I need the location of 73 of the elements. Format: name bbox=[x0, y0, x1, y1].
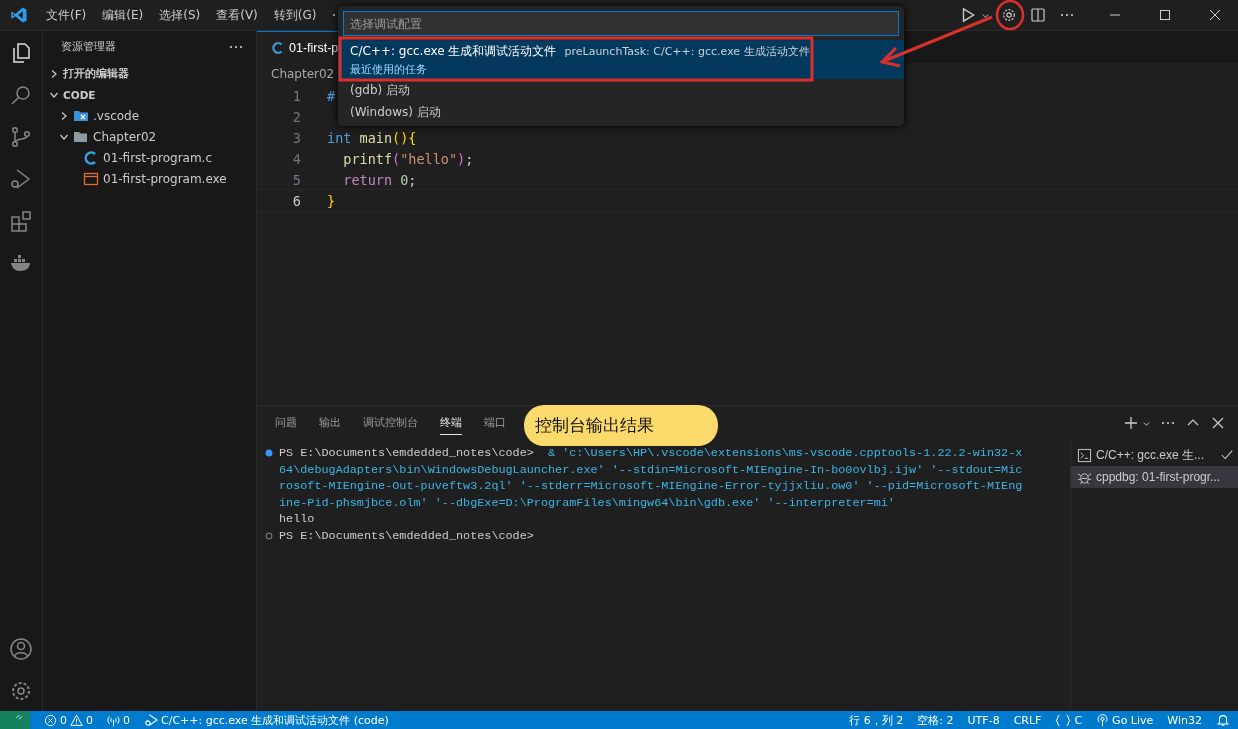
breadcrumb-item[interactable]: Chapter02 bbox=[271, 67, 335, 81]
quick-pick-item[interactable]: (Windows) 启动 bbox=[338, 101, 904, 123]
bell-icon[interactable] bbox=[1216, 713, 1230, 727]
code-line: printf("hello"); bbox=[342, 150, 474, 167]
line-number: 2 bbox=[291, 108, 302, 125]
quick-pick-item[interactable]: (gdb) 启动 bbox=[338, 79, 904, 101]
source-control-icon[interactable] bbox=[9, 125, 33, 149]
tree-item[interactable]: 01-first-program.exe bbox=[43, 168, 256, 189]
error-icon bbox=[44, 713, 57, 727]
indentation-status[interactable]: 空格: 2 bbox=[917, 712, 954, 728]
problems-status[interactable]: 0 0 bbox=[44, 713, 93, 727]
code-line: } bbox=[327, 192, 336, 209]
terminal-list-item[interactable]: cppdbg: 01-first-progr... bbox=[1071, 466, 1238, 488]
cursor-position[interactable]: 行 6，列 2 bbox=[849, 712, 904, 728]
debug-status[interactable]: C/C++: gcc.exe 生成和调试活动文件 (code) bbox=[144, 712, 389, 728]
callout-note: 控制台输出结果 bbox=[524, 405, 718, 446]
account-icon[interactable] bbox=[9, 637, 33, 661]
split-layout-icon[interactable] bbox=[1029, 7, 1046, 23]
search-icon[interactable] bbox=[9, 83, 33, 107]
settings-icon[interactable] bbox=[1000, 7, 1017, 23]
menu-item[interactable]: 文件(F) bbox=[40, 4, 93, 26]
go-live-status[interactable]: Go Live bbox=[1096, 713, 1154, 727]
terminal-icon bbox=[1077, 447, 1092, 463]
section-header[interactable]: CODE bbox=[43, 84, 256, 105]
close-icon[interactable] bbox=[1209, 9, 1221, 21]
app-logo-icon bbox=[10, 6, 28, 24]
menu-item[interactable]: 转到(G) bbox=[267, 4, 323, 26]
broadcast-icon bbox=[1096, 713, 1110, 727]
settings-icon[interactable] bbox=[9, 679, 33, 703]
line-number: 4 bbox=[291, 150, 302, 167]
tree-item[interactable]: .vscode bbox=[43, 105, 256, 126]
platform-status[interactable]: Win32 bbox=[1167, 713, 1202, 727]
code-line: return 0; bbox=[342, 171, 417, 188]
line-number: 3 bbox=[291, 129, 302, 146]
line-number: 5 bbox=[291, 171, 302, 188]
warning-icon bbox=[70, 713, 83, 727]
panel-tab[interactable]: 终端 bbox=[440, 411, 462, 435]
ports-status[interactable]: 0 bbox=[107, 713, 130, 727]
tree-item[interactable]: Chapter02 bbox=[43, 126, 256, 147]
terminal-command: PS E:\Documents\emdedded_notes\code> & 'c:\Users\HP\.vscode\extensions\ms-vscode.cpptools-1.22.2-win32-x64\debugAdapters\bin\WindowsDebugLauncher.exe' '--stdin=Microsoft-MIEngine-In-bo0ovlbj.ijw' '--stdout=Microsoft-MIEngine-Out-puveftw3.2ql' '--stderr=Microsoft-MIEngine-Error-tyjjxliu.ow0' '--pid=Microsoft-MIEngine-Pid-phsmjbce.olm' '--dbgExe=D:\ProgramFiles\mingw64\bin\gdb.exe' '--interpreter=mi' bbox=[279, 445, 1024, 511]
menu-item[interactable]: 查看(V) bbox=[210, 4, 264, 26]
sidebar-title: 资源管理器 bbox=[61, 40, 116, 54]
code-line: int main(){ bbox=[327, 129, 417, 146]
plus-icon[interactable] bbox=[1123, 415, 1139, 431]
c-file-icon bbox=[271, 40, 285, 55]
terminal-output: hello bbox=[279, 511, 315, 528]
terminal-command: PS E:\Documents\emdedded_notes\code> bbox=[279, 527, 534, 544]
close-icon[interactable] bbox=[1210, 415, 1226, 431]
extensions-icon[interactable] bbox=[9, 209, 33, 233]
menu-item[interactable]: 选择(S) bbox=[153, 4, 207, 26]
code-line: # bbox=[327, 87, 336, 104]
maximize-icon[interactable] bbox=[1159, 9, 1171, 21]
panel-tab[interactable]: 问题 bbox=[275, 411, 297, 435]
section-header[interactable]: 打开的编辑器 bbox=[43, 63, 256, 84]
panel-tab[interactable]: 端口 bbox=[484, 411, 506, 435]
line-number: 1 bbox=[291, 87, 302, 104]
language-status[interactable]: C bbox=[1055, 713, 1083, 727]
run-debug-icon[interactable] bbox=[9, 167, 33, 191]
menu-item[interactable]: 编辑(E) bbox=[96, 4, 150, 26]
encoding-status[interactable]: UTF-8 bbox=[967, 713, 1000, 727]
terminal-list-item[interactable]: C/C++: gcc.exe 生... bbox=[1071, 444, 1238, 466]
antenna-icon bbox=[107, 713, 120, 727]
quick-pick-input[interactable]: 选择调试配置 bbox=[343, 11, 899, 36]
window-file-icon bbox=[83, 170, 99, 187]
panel-tab[interactable]: 输出 bbox=[319, 411, 341, 435]
debug-icon bbox=[144, 713, 158, 727]
line-number: 6 bbox=[291, 192, 302, 209]
tree-item[interactable]: 01-first-program.c bbox=[43, 147, 256, 168]
quick-pick-item[interactable]: C/C++: gcc.exe 生成和调试活动文件 preLaunchTask: C/C++: gcc.exe 生成活动文件 最近使用的任务 bbox=[338, 40, 904, 79]
panel-tab[interactable]: 调试控制台 bbox=[363, 411, 418, 435]
line-ending-status[interactable]: CRLF bbox=[1013, 713, 1042, 727]
editor-tab[interactable]: 01-first-p bbox=[257, 31, 339, 63]
braces-icon bbox=[1055, 713, 1072, 727]
